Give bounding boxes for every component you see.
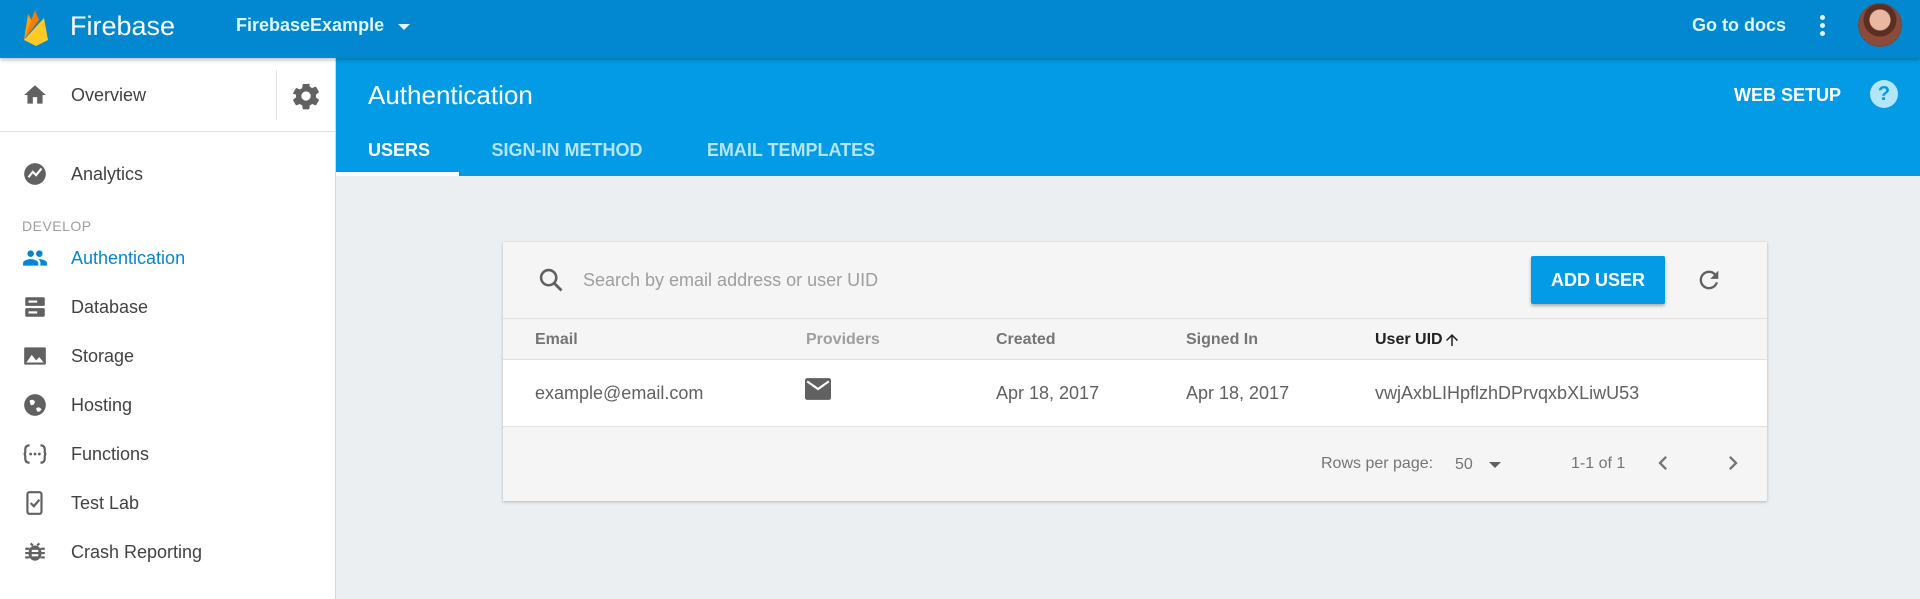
chevron-left-icon[interactable]: [1649, 449, 1677, 477]
sidebar: Overview Analytics DEVELOP Authenticatio…: [0, 58, 336, 599]
test-lab-icon: [26, 491, 43, 515]
sidebar-item-storage[interactable]: Storage: [0, 334, 336, 378]
sidebar-item-crash-reporting[interactable]: Crash Reporting: [0, 530, 336, 574]
add-user-button[interactable]: ADD USER: [1531, 256, 1665, 304]
bug-icon: [25, 542, 45, 561]
search-input[interactable]: [583, 262, 1143, 298]
cell-signed-in: Apr 18, 2017: [1186, 383, 1290, 403]
sidebar-item-label: Crash Reporting: [71, 541, 203, 562]
section-label-develop: DEVELOP: [22, 218, 92, 234]
cell-email: example@email.com: [535, 383, 704, 403]
rows-per-page-select[interactable]: 50: [1455, 451, 1501, 479]
sidebar-item-overview[interactable]: Overview: [0, 58, 276, 132]
web-setup-button[interactable]: WEB SETUP: [1734, 85, 1841, 106]
sidebar-item-label: Test Lab: [71, 492, 140, 513]
sidebar-item-hosting[interactable]: Hosting: [0, 383, 336, 427]
gear-icon[interactable]: [290, 80, 322, 112]
sidebar-item-label: Analytics: [71, 163, 144, 184]
column-header-user-uid[interactable]: User UID: [1375, 331, 1443, 349]
table-header: Email Providers Created Signed In User U…: [503, 318, 1767, 360]
sidebar-item-label: Authentication: [71, 247, 186, 268]
caret-down-icon: [398, 23, 411, 30]
page-range: 1-1 of 1: [1571, 455, 1626, 472]
project-selector[interactable]: FirebaseExample: [236, 15, 411, 36]
tab-sign-in-method[interactable]: SIGN-IN METHOD: [490, 140, 644, 176]
column-header-signed-in[interactable]: Signed In: [1186, 331, 1258, 349]
sidebar-item-label: Functions: [71, 443, 150, 464]
sidebar-item-label: Storage: [71, 345, 135, 366]
sidebar-item-label: Hosting: [71, 394, 133, 415]
arrow-up-icon[interactable]: [1443, 331, 1461, 349]
people-icon: [23, 250, 47, 266]
database-icon: [25, 297, 45, 317]
sidebar-item-test-lab[interactable]: Test Lab: [0, 481, 336, 525]
tab-users[interactable]: USERS: [368, 140, 430, 176]
help-icon[interactable]: ?: [1870, 80, 1898, 108]
cell-created: Apr 18, 2017: [996, 383, 1100, 403]
sidebar-item-analytics[interactable]: Analytics: [0, 152, 336, 196]
sidebar-item-label: Database: [71, 296, 149, 317]
firebase-logo-icon[interactable]: [22, 10, 50, 46]
tab-email-templates[interactable]: EMAIL TEMPLATES: [706, 140, 876, 176]
top-app-bar: Firebase FirebaseExample Go to docs: [0, 0, 1920, 58]
table-pagination: Rows per page: 50 1-1 of 1: [503, 427, 1767, 501]
cell-user-uid: vwjAxbLIHpflzhDPrvqxbXLiwU53: [1375, 383, 1640, 403]
avatar[interactable]: [1858, 3, 1902, 47]
project-name: FirebaseExample: [236, 15, 385, 35]
caret-down-icon: [1488, 462, 1501, 468]
rows-per-page-value: 50: [1455, 456, 1473, 473]
search-icon: [539, 268, 563, 292]
column-header-email[interactable]: Email: [535, 331, 578, 349]
tab-indicator: [336, 172, 459, 176]
sidebar-item-database[interactable]: Database: [0, 285, 336, 329]
page-header: Authentication WEB SETUP ? USERS SIGN-IN…: [336, 58, 1920, 176]
overview-row: Overview: [0, 58, 336, 132]
divider: [276, 70, 277, 120]
more-vert-icon[interactable]: [1812, 12, 1832, 40]
image-icon: [24, 347, 46, 365]
chevron-right-icon[interactable]: [1719, 449, 1747, 477]
page-title: Authentication: [368, 80, 533, 110]
column-header-providers: Providers: [806, 331, 880, 348]
mail-icon: [805, 378, 831, 400]
refresh-icon[interactable]: [1695, 266, 1723, 294]
column-header-created[interactable]: Created: [996, 331, 1056, 349]
sidebar-item-authentication[interactable]: Authentication: [0, 236, 336, 280]
sidebar-item-label: Overview: [71, 84, 147, 105]
rows-per-page-label: Rows per page:: [1321, 455, 1434, 472]
functions-icon: [23, 444, 47, 464]
globe-icon: [24, 394, 46, 416]
table-row[interactable]: example@email.com Apr 18, 2017 Apr 18, 2…: [503, 360, 1767, 427]
brand-name[interactable]: Firebase: [70, 11, 175, 42]
go-to-docs-link[interactable]: Go to docs: [1692, 15, 1786, 36]
analytics-icon: [24, 163, 46, 185]
home-icon: [24, 85, 46, 104]
users-card: ADD USER Email Providers Created Signed …: [503, 242, 1767, 501]
sidebar-item-functions[interactable]: Functions: [0, 432, 336, 476]
